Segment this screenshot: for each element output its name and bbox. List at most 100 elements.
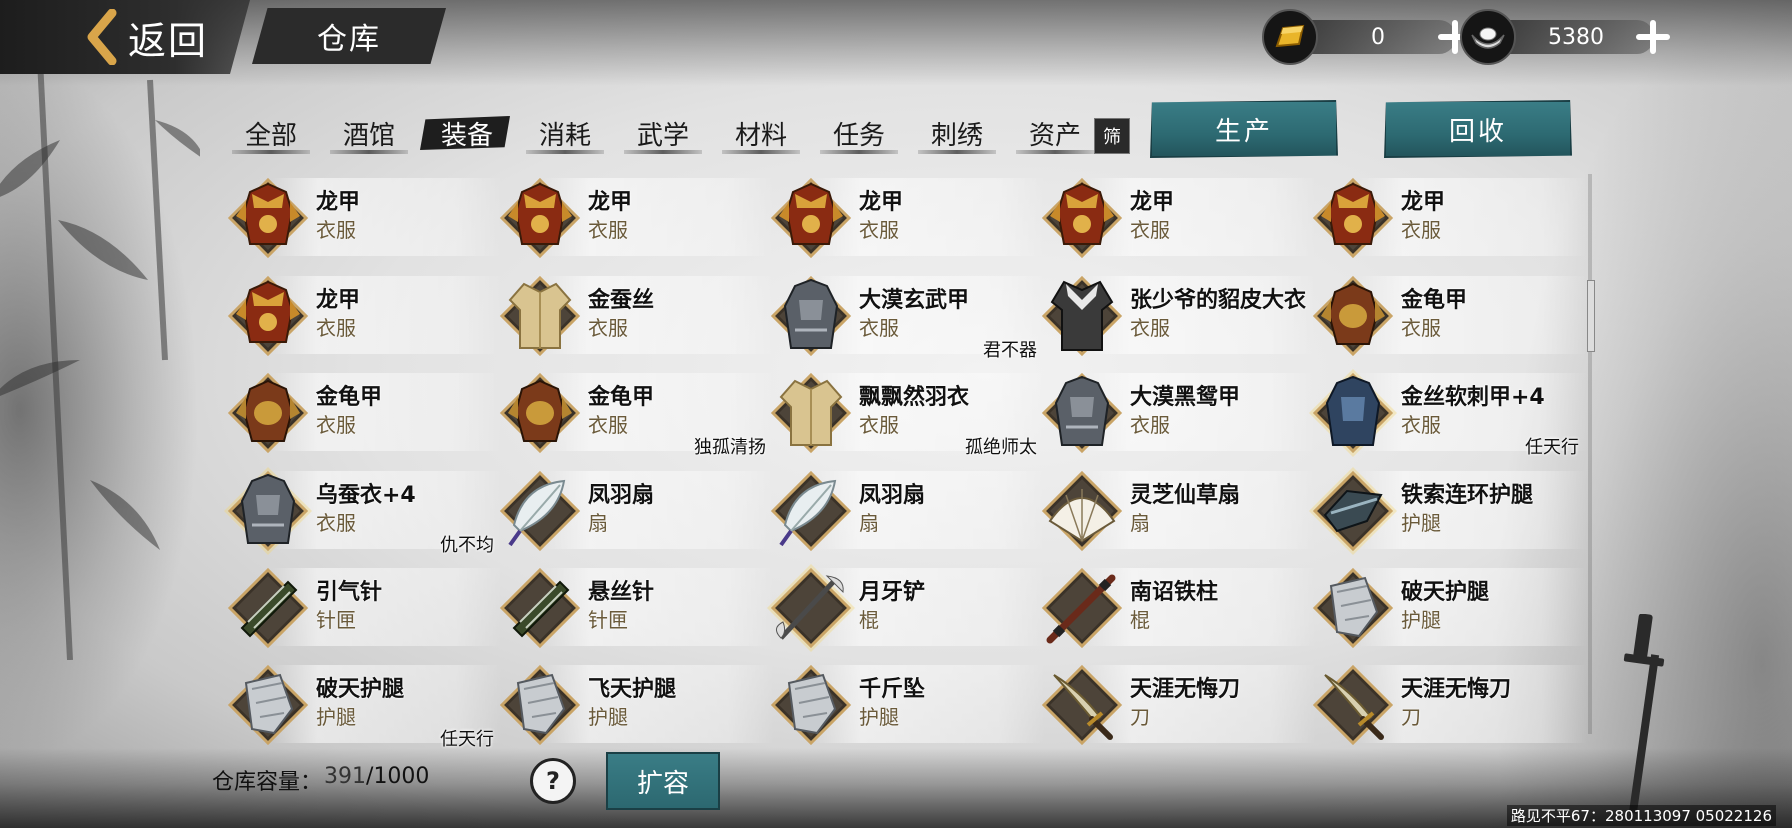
inventory-item[interactable]: 凤羽扇扇 xyxy=(494,465,774,557)
item-name: 南诏铁柱 xyxy=(1130,580,1219,605)
help-button[interactable]: ? xyxy=(530,758,576,804)
item-owner: 仇不均 xyxy=(440,535,494,556)
item-type: 护腿 xyxy=(1401,511,1441,535)
tab-consumables[interactable]: 消耗 xyxy=(516,112,614,154)
scrollbar-thumb[interactable] xyxy=(1587,280,1595,352)
item-name: 大漠黑鸳甲 xyxy=(1130,385,1241,410)
inventory-item[interactable]: 破天护腿 护腿 任天行 xyxy=(222,659,502,751)
gold-ingot-icon xyxy=(1262,9,1318,65)
inventory-grid: 龙甲 衣服 龙甲 衣服 龙甲 衣服 龙甲 衣服 龙甲 衣服 龙甲 衣服 金蚕丝 衣服 大漠玄武甲 衣服 君不器张… xyxy=(222,172,1587,752)
item-name: 龙甲 xyxy=(316,288,361,313)
inventory-item[interactable]: 大漠黑鸳甲 衣服 xyxy=(1036,367,1316,459)
tab-materials[interactable]: 材料 xyxy=(712,112,810,154)
scrollbar-track[interactable] xyxy=(1588,174,1592,734)
inventory-item[interactable]: 金龟甲 衣服 xyxy=(222,367,502,459)
inventory-item[interactable]: 月牙铲棍 xyxy=(765,562,1045,654)
item-owner: 孤绝师太 xyxy=(965,437,1037,458)
inventory-item[interactable]: 金龟甲 衣服 xyxy=(1307,270,1587,362)
needle-case-icon xyxy=(222,562,314,654)
item-type: 刀 xyxy=(1401,705,1421,729)
inventory-item[interactable]: 铁索连环护腿 护腿 xyxy=(1307,465,1587,557)
inventory-item[interactable]: 飞天护腿 护腿 xyxy=(494,659,774,751)
inventory-item[interactable]: 凤羽扇扇 xyxy=(765,465,1045,557)
item-name: 金龟甲 xyxy=(316,385,383,410)
inventory-item[interactable]: 天涯无悔刀刀 xyxy=(1036,659,1316,751)
item-type: 扇 xyxy=(1130,511,1150,535)
inventory-item[interactable]: 龙甲 衣服 xyxy=(1307,172,1587,264)
item-type: 护腿 xyxy=(859,705,899,729)
item-name: 金丝软刺甲+4 xyxy=(1401,385,1545,410)
capacity-used: 391 xyxy=(324,764,367,789)
expand-capacity-button[interactable]: 扩容 xyxy=(606,752,720,810)
item-name: 飞天护腿 xyxy=(588,677,677,702)
item-name: 千斤坠 xyxy=(859,677,926,702)
inventory-item[interactable]: 龙甲 衣服 xyxy=(222,172,502,264)
inventory-item[interactable]: 悬丝针 针匣 xyxy=(494,562,774,654)
inventory-item[interactable]: 金丝软刺甲+4 衣服 任天行 xyxy=(1307,367,1587,459)
inventory-item[interactable]: 龙甲 衣服 xyxy=(1036,172,1316,264)
item-type: 衣服 xyxy=(1130,316,1170,340)
item-name: 天涯无悔刀 xyxy=(1130,677,1241,702)
inventory-item[interactable]: 灵芝仙草扇扇 xyxy=(1036,465,1316,557)
robe-icon xyxy=(765,367,857,459)
inventory-item[interactable]: 龙甲 衣服 xyxy=(494,172,774,264)
produce-button[interactable]: 生产 xyxy=(1150,100,1338,158)
inventory-item[interactable]: 龙甲 衣服 xyxy=(765,172,1045,264)
item-owner: 君不器 xyxy=(983,340,1037,361)
item-name: 引气针 xyxy=(316,580,383,605)
inventory-item[interactable]: 金蚕丝 衣服 xyxy=(494,270,774,362)
tab-equipment[interactable]: 装备 xyxy=(418,112,516,154)
item-type: 棍 xyxy=(859,608,879,632)
tab-label: 消耗 xyxy=(538,120,591,151)
item-name: 龙甲 xyxy=(1130,190,1175,215)
silver-ingot-icon xyxy=(1460,9,1516,65)
item-name: 灵芝仙草扇 xyxy=(1130,483,1241,508)
gold-amount: 0 xyxy=(1371,24,1385,50)
add-silver-plus-icon[interactable] xyxy=(1636,20,1670,54)
turtle-armor-icon xyxy=(222,367,314,459)
filter-button[interactable]: 筛 xyxy=(1094,118,1130,154)
tab-assets[interactable]: 资产 xyxy=(1006,112,1104,154)
item-type: 衣服 xyxy=(316,316,356,340)
silver-amount: 5380 xyxy=(1548,24,1604,50)
recycle-button[interactable]: 回收 xyxy=(1384,100,1572,158)
tab-quests[interactable]: 任务 xyxy=(810,112,908,154)
inventory-item[interactable]: 引气针 针匣 xyxy=(222,562,502,654)
item-type: 护腿 xyxy=(316,705,356,729)
inventory-item[interactable]: 大漠玄武甲 衣服 君不器 xyxy=(765,270,1045,362)
chain-greaves-icon xyxy=(1307,465,1399,557)
category-tabs: 全部 酒馆 装备 消耗 武学 材料 任务 刺绣 资产 xyxy=(222,112,1104,156)
inventory-item[interactable]: 破天护腿 护腿 xyxy=(1307,562,1587,654)
inventory-item[interactable]: 南诏铁柱棍 xyxy=(1036,562,1316,654)
inventory-item[interactable]: 张少爷的貂皮大衣 衣服 xyxy=(1036,270,1316,362)
inventory-item[interactable]: 天涯无悔刀刀 xyxy=(1307,659,1587,751)
inventory-item[interactable]: 龙甲 衣服 xyxy=(222,270,502,362)
tab-martial-arts[interactable]: 武学 xyxy=(614,112,712,154)
item-type: 衣服 xyxy=(859,218,899,242)
item-type: 衣服 xyxy=(859,413,899,437)
dragon-armor-icon xyxy=(222,172,314,264)
tab-label: 酒馆 xyxy=(342,120,395,151)
inventory-item[interactable]: 飘飘然羽衣 衣服 孤绝师太 xyxy=(765,367,1045,459)
tab-embroidery[interactable]: 刺绣 xyxy=(908,112,1006,154)
bamboo-decoration-icon xyxy=(0,60,200,660)
item-name: 凤羽扇 xyxy=(588,483,655,508)
inventory-item[interactable]: 千斤坠 护腿 xyxy=(765,659,1045,751)
item-name: 天涯无悔刀 xyxy=(1401,677,1512,702)
inventory-item[interactable]: 金龟甲 衣服 独孤清扬 xyxy=(494,367,774,459)
item-type: 衣服 xyxy=(1401,413,1441,437)
robe-icon xyxy=(494,270,586,362)
inventory-item[interactable]: 乌蚕衣+4 衣服 仇不均 xyxy=(222,465,502,557)
item-type: 针匣 xyxy=(588,608,628,632)
item-name: 龙甲 xyxy=(859,190,904,215)
tab-all[interactable]: 全部 xyxy=(222,112,320,154)
page-title: 仓库 xyxy=(317,22,381,57)
item-name: 破天护腿 xyxy=(316,677,405,702)
tab-tavern[interactable]: 酒馆 xyxy=(320,112,418,154)
item-type: 衣服 xyxy=(316,218,356,242)
back-button[interactable]: 返回 xyxy=(0,0,250,74)
dragon-armor-icon xyxy=(1036,172,1128,264)
item-name: 金龟甲 xyxy=(588,385,655,410)
item-name: 凤羽扇 xyxy=(859,483,926,508)
item-name: 张少爷的貂皮大衣 xyxy=(1130,288,1307,313)
